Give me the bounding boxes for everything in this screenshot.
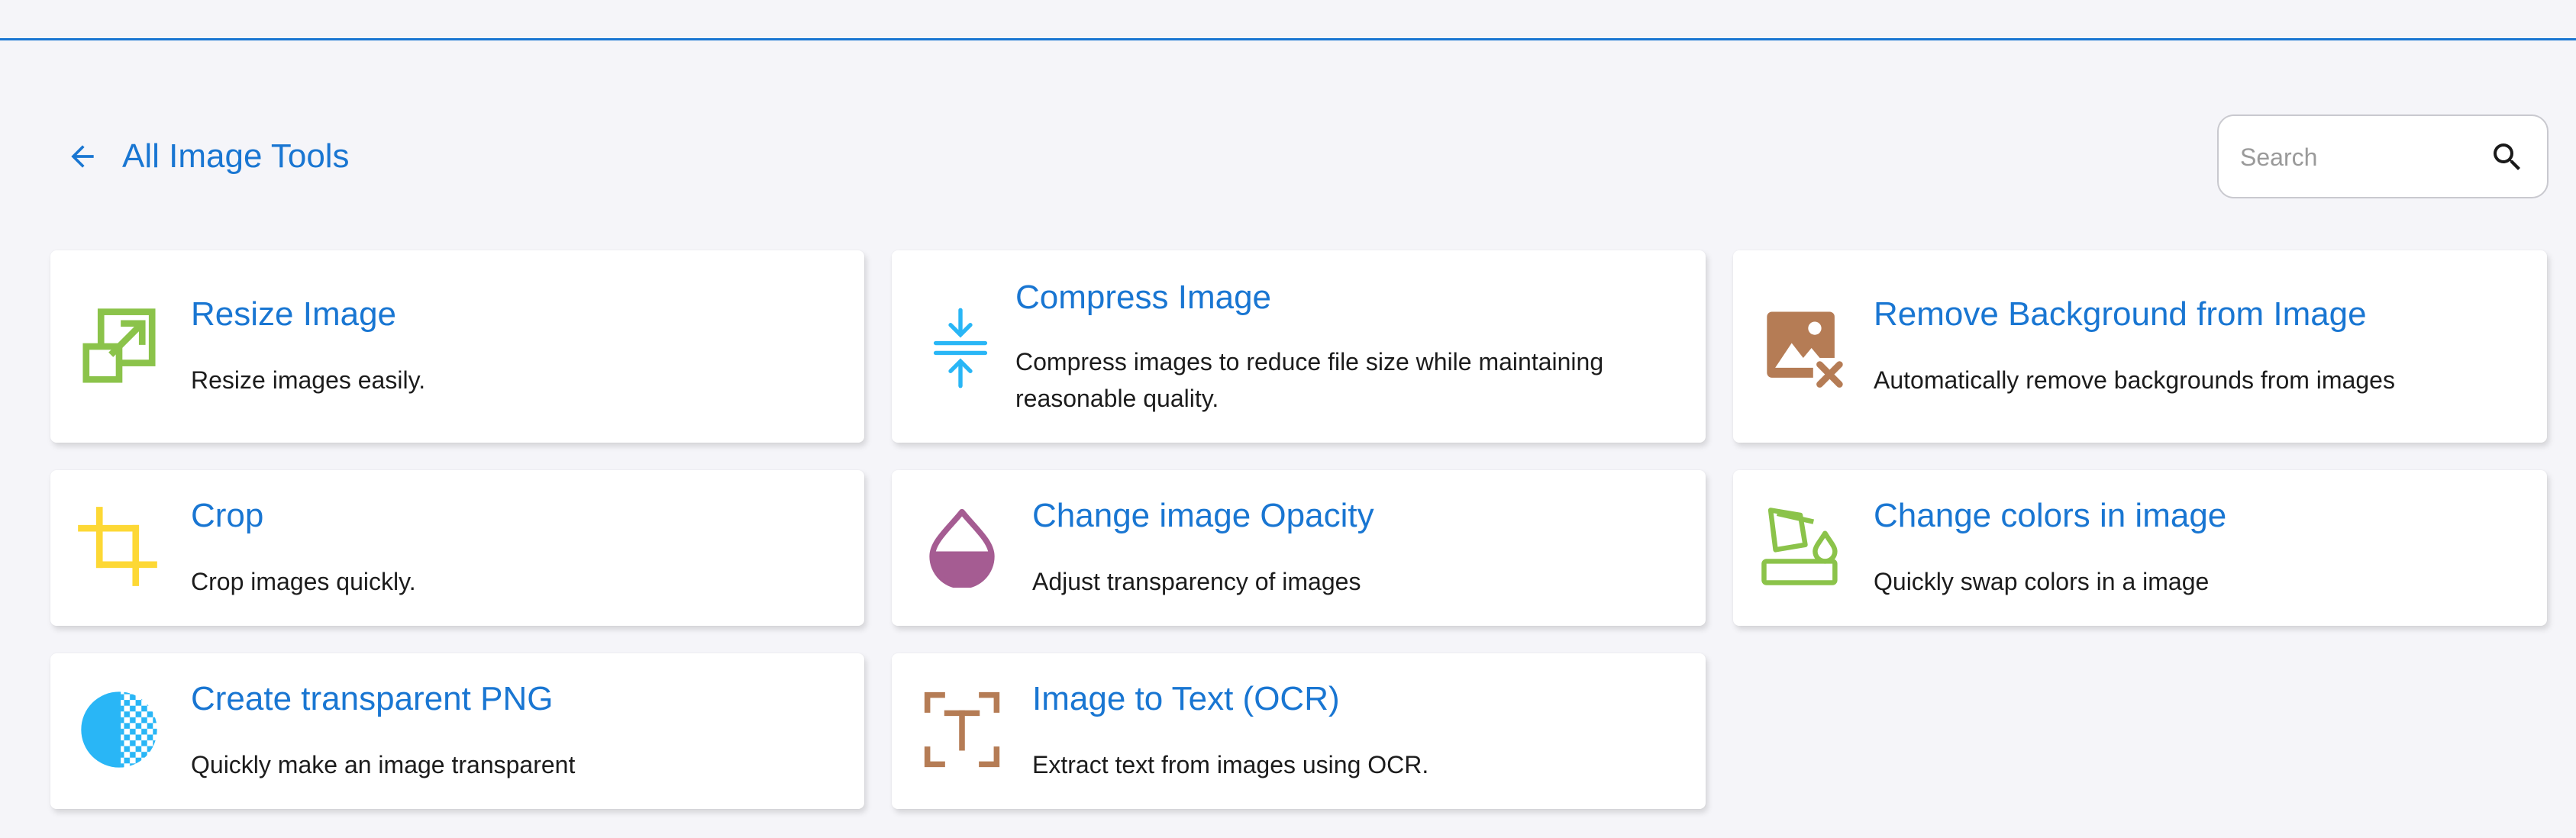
- tool-description: Quickly swap colors in a image: [1874, 568, 2210, 595]
- search-box: [2217, 114, 2549, 198]
- tool-description: Quickly make an image transparent: [191, 751, 576, 778]
- tool-title: Create transparent PNG: [191, 680, 554, 717]
- tool-title: Crop: [191, 497, 264, 534]
- remove-background-icon: [1767, 311, 1846, 389]
- tool-description: Automatically remove backgrounds from im…: [1874, 366, 2395, 394]
- page-title: All Image Tools: [122, 137, 350, 175]
- tool-card-compress-image[interactable]: Compress Image Compress images to reduce…: [892, 250, 1706, 443]
- search-input[interactable]: [2239, 131, 2486, 183]
- tool-description: Crop images quickly.: [191, 568, 416, 595]
- tool-title: Resize Image: [191, 295, 397, 333]
- resize-icon: [82, 308, 156, 383]
- page-header: All Image Tools: [50, 114, 2550, 200]
- tool-title: Remove Background from Image: [1874, 295, 2367, 333]
- tool-card-change-colors[interactable]: Change colors in image Quickly swap colo…: [1733, 470, 2547, 626]
- tool-card-remove-background[interactable]: Remove Background from Image Automatical…: [1733, 250, 2547, 443]
- arrow-back-icon: [71, 145, 94, 168]
- search-icon[interactable]: [2489, 139, 2526, 176]
- tool-title: Compress Image: [1015, 279, 1272, 316]
- tool-description: Resize images easily.: [191, 366, 426, 394]
- tool-card-resize-image[interactable]: Resize Image Resize images easily.: [50, 250, 864, 443]
- tool-card-transparent-png[interactable]: Create transparent PNG Quickly make an i…: [50, 653, 864, 809]
- color-swap-icon: [1761, 508, 1838, 585]
- top-divider: [0, 38, 2576, 40]
- tool-description: Extract text from images using OCR.: [1032, 751, 1429, 778]
- tool-description: Compress images to reduce file size whil…: [1015, 348, 1604, 412]
- transparent-png-icon: [81, 691, 157, 768]
- tool-title: Change colors in image: [1874, 497, 2227, 534]
- tool-description: Adjust transparency of images: [1032, 568, 1361, 595]
- tool-title: Change image Opacity: [1032, 497, 1374, 534]
- tool-card-change-opacity[interactable]: Change image Opacity Adjust transparency…: [892, 470, 1706, 626]
- tools-grid: Resize Image Resize images easily. Compr…: [50, 250, 2550, 830]
- tool-title: Image to Text (OCR): [1032, 680, 1340, 717]
- opacity-icon: [929, 508, 995, 588]
- crop-icon: [78, 507, 157, 586]
- tool-card-crop[interactable]: Crop Crop images quickly.: [50, 470, 864, 626]
- tool-card-image-to-text[interactable]: Image to Text (OCR) Extract text from im…: [892, 653, 1706, 809]
- compress-icon: [933, 308, 988, 388]
- back-button[interactable]: [58, 130, 107, 183]
- ocr-icon: [924, 691, 1000, 768]
